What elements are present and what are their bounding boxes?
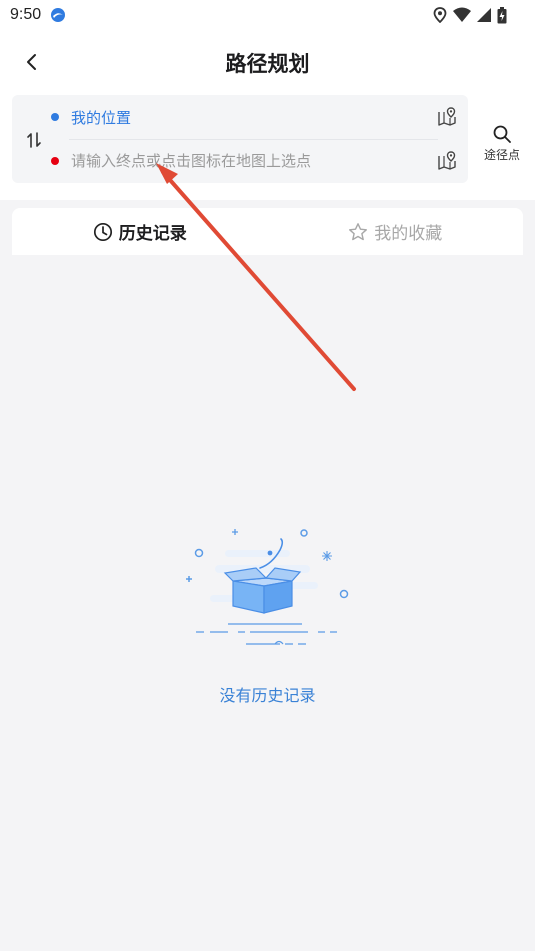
end-point-row — [46, 139, 458, 183]
destination-input[interactable] — [71, 147, 426, 175]
start-dot — [51, 113, 59, 121]
waypoint-label: 途径点 — [483, 148, 520, 162]
start-point-row[interactable]: 我的位置 — [46, 95, 458, 139]
status-icons — [433, 5, 507, 25]
nav-bar: 路径规划 — [0, 36, 535, 88]
tab-favorites[interactable]: 我的收藏 — [268, 208, 524, 255]
tab-history-label: 历史记录 — [118, 224, 187, 244]
app-notification-icon — [51, 8, 65, 22]
swap-arrows-icon — [27, 132, 41, 148]
signal-icon — [477, 8, 491, 22]
tab-favorites-label: 我的收藏 — [374, 224, 443, 244]
clock-icon — [93, 222, 112, 241]
wifi-icon — [453, 7, 471, 22]
end-dot — [51, 157, 59, 165]
star-icon — [349, 222, 368, 240]
waypoint-button[interactable]: 途径点 — [478, 120, 526, 170]
map-pick-icon[interactable] — [436, 106, 458, 128]
search-icon — [493, 125, 511, 143]
start-point-label: 我的位置 — [71, 109, 132, 127]
battery-icon — [497, 6, 507, 23]
route-input-box: 我的位置 — [12, 95, 468, 183]
tab-bar: 历史记录 我的收藏 — [12, 208, 523, 255]
status-bar: 9:50 — [0, 0, 535, 30]
location-icon — [433, 7, 447, 23]
page-title: 路径规划 — [225, 52, 310, 76]
tab-history[interactable]: 历史记录 — [12, 208, 268, 255]
map-pick-icon[interactable] — [436, 150, 458, 172]
empty-message: 没有历史记录 — [219, 686, 316, 705]
status-time: 9:50 — [10, 6, 42, 23]
empty-box-illustration — [186, 529, 349, 645]
swap-button[interactable] — [20, 127, 48, 153]
